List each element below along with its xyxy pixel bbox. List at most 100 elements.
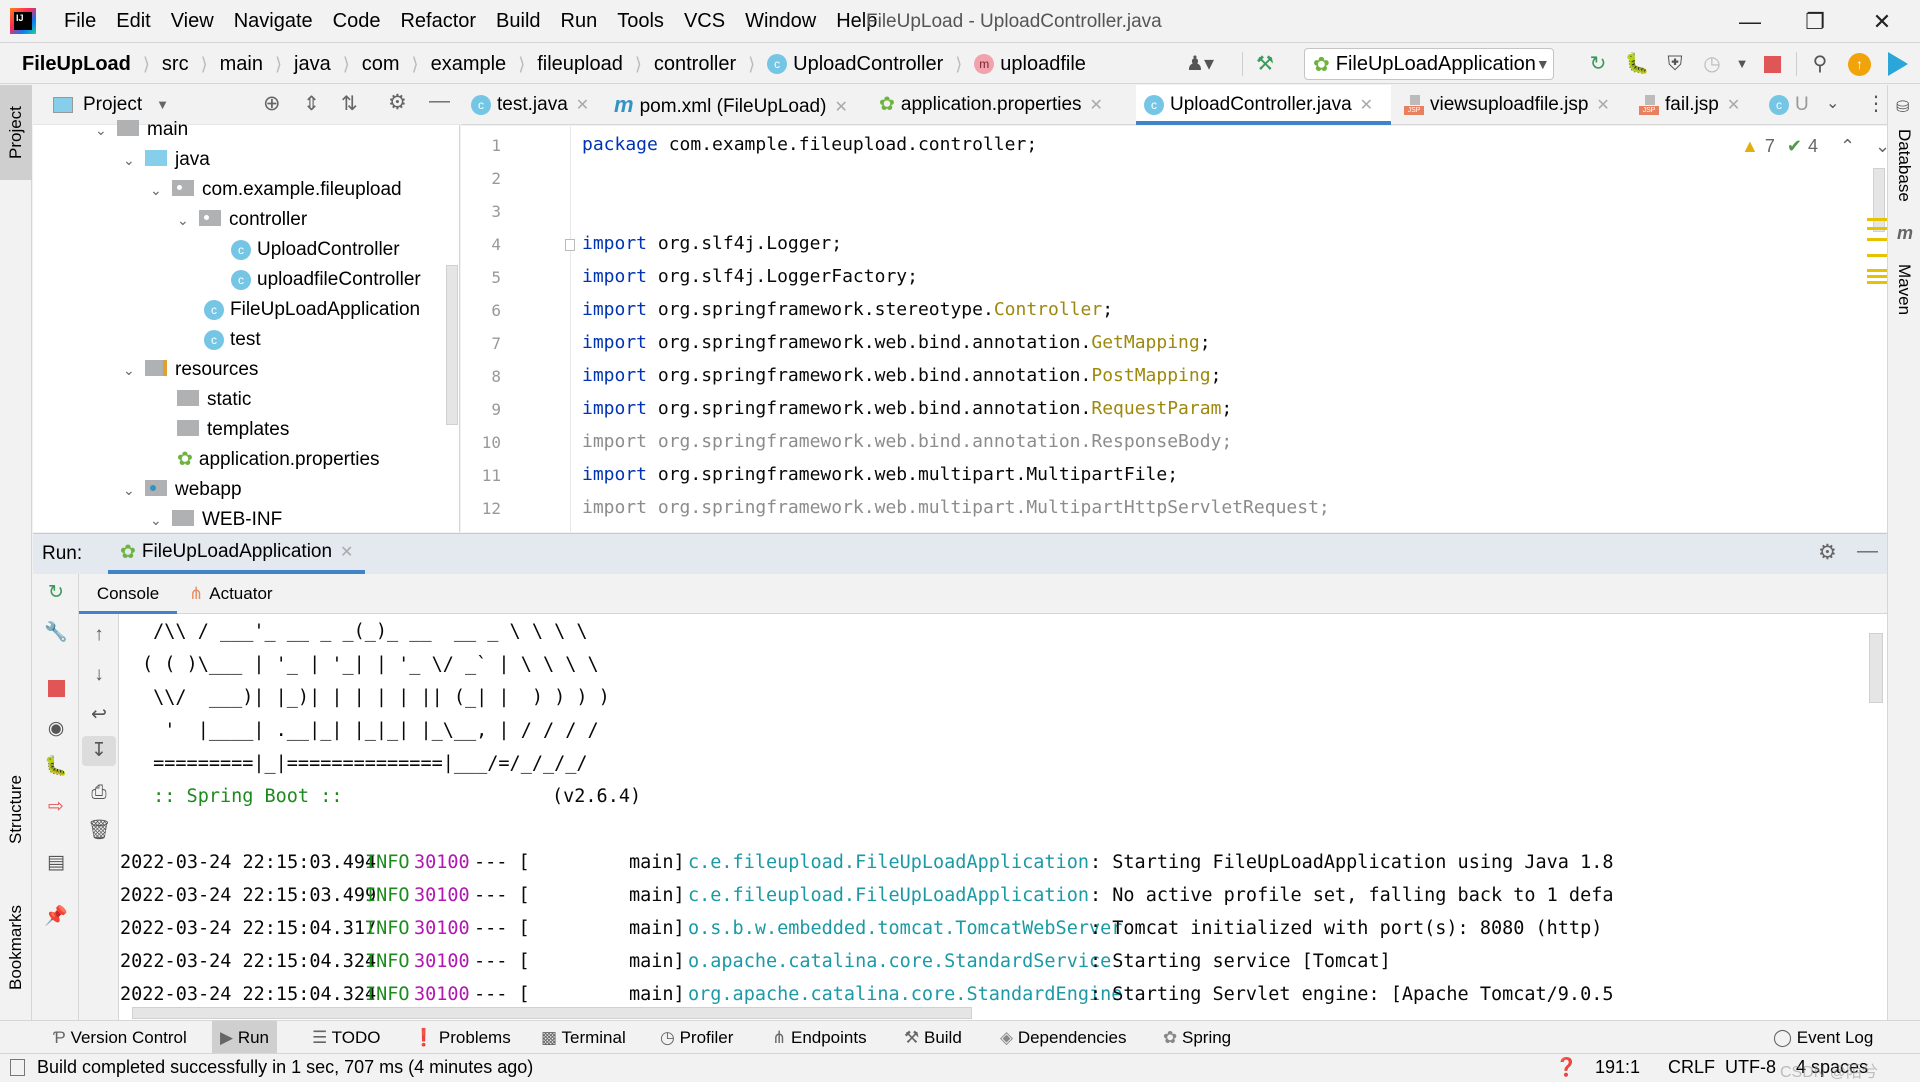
stop-icon[interactable] bbox=[1764, 56, 1781, 73]
caret-position[interactable]: 191:1 bbox=[1595, 1057, 1640, 1078]
tree-item[interactable]: ⌄ resources bbox=[123, 355, 258, 385]
file-encoding[interactable]: UTF-8 bbox=[1725, 1057, 1776, 1078]
tree-item[interactable]: c test bbox=[204, 325, 261, 355]
tree-item[interactable]: c FileUpLoadApplication bbox=[204, 295, 420, 325]
menu-tools[interactable]: Tools bbox=[607, 0, 674, 43]
close-tab-icon[interactable]: ✕ bbox=[1360, 97, 1373, 114]
close-tab-icon[interactable]: ✕ bbox=[1090, 97, 1103, 114]
breadcrumb-class[interactable]: c UploadController bbox=[763, 53, 947, 76]
rerun-icon[interactable]: ↻ bbox=[41, 578, 71, 608]
console-output[interactable]: /\\ / ___'_ __ _ _(_)_ __ __ _ \ \ \ \ (… bbox=[120, 615, 1887, 1021]
more-options-icon[interactable]: ⋮ bbox=[1866, 91, 1886, 116]
tab-uploadcontroller-java[interactable]: c UploadController.java ✕ bbox=[1136, 85, 1391, 125]
close-tab-icon[interactable]: ✕ bbox=[834, 99, 847, 116]
menu-run[interactable]: Run bbox=[551, 0, 608, 43]
warning-marker[interactable] bbox=[1867, 254, 1887, 257]
run-config-tab[interactable]: ✿ FileUpLoadApplication ✕ bbox=[108, 534, 366, 574]
expand-all-icon[interactable]: ⇕ bbox=[303, 91, 320, 116]
more-run-options-icon[interactable]: ▼ bbox=[1727, 50, 1757, 78]
tab-fail-jsp[interactable]: fail.jsp ✕ bbox=[1631, 85, 1740, 125]
line-separator[interactable]: CRLF bbox=[1668, 1057, 1715, 1078]
show-hidden-tabs-icon[interactable]: ⌄ bbox=[1826, 93, 1839, 113]
tab-test-java[interactable]: c test.java ✕ bbox=[463, 85, 589, 125]
menu-vcs[interactable]: VCS bbox=[674, 0, 735, 43]
tool-profiler[interactable]: ◷ Profiler bbox=[652, 1021, 741, 1054]
previous-highlight-icon[interactable]: ⌃ bbox=[1840, 136, 1855, 157]
trash-icon[interactable]: 🗑 bbox=[84, 816, 114, 846]
menu-view[interactable]: View bbox=[161, 0, 224, 43]
debug-icon[interactable]: 🐛 bbox=[1622, 50, 1652, 78]
arrow-up-icon[interactable]: ↑ bbox=[84, 620, 114, 650]
pin-icon[interactable]: 📌 bbox=[41, 902, 71, 932]
hide-panel-icon[interactable]: — bbox=[1857, 539, 1878, 563]
warning-marker[interactable] bbox=[1867, 275, 1887, 278]
restore-button[interactable]: ❐ bbox=[1785, 0, 1845, 43]
breadcrumb-src[interactable]: src bbox=[158, 53, 193, 76]
tool-endpoints[interactable]: ⋔ Endpoints bbox=[764, 1021, 875, 1054]
status-toggle-icon[interactable] bbox=[10, 1058, 25, 1076]
search-icon[interactable]: ⚲ bbox=[1805, 50, 1835, 78]
tree-item[interactable]: static bbox=[177, 385, 251, 415]
wrench-icon[interactable]: 🔧 bbox=[41, 618, 71, 648]
tab-pom-xml[interactable]: m pom.xml (FileUpLoad) ✕ bbox=[606, 85, 848, 125]
tree-item[interactable]: ✿ application.properties bbox=[177, 445, 380, 475]
scroll-to-end-icon[interactable]: ↧ bbox=[82, 736, 116, 766]
tool-tab-bookmarks[interactable]: Bookmarks bbox=[0, 885, 32, 1010]
arrow-down-icon[interactable]: ↓ bbox=[84, 660, 114, 690]
minimize-button[interactable]: — bbox=[1720, 0, 1780, 43]
tool-tab-structure[interactable]: Structure bbox=[0, 755, 32, 865]
warning-marker[interactable] bbox=[1867, 227, 1887, 230]
tree-item[interactable]: c uploadfileController bbox=[231, 265, 421, 295]
code-editor[interactable]: 1 2 3 4 5 6 7 8 9 10 11 12 package com.example.file… bbox=[461, 126, 1890, 532]
breadcrumb-method[interactable]: m uploadfile bbox=[970, 53, 1090, 76]
run-configuration-select[interactable]: ✿ FileUpLoadApplication ▼ bbox=[1304, 48, 1554, 80]
breadcrumb-java[interactable]: java bbox=[290, 53, 335, 76]
tab-actuator[interactable]: ⋔ Actuator bbox=[189, 574, 273, 614]
profile-icon[interactable]: ◷ bbox=[1697, 50, 1727, 78]
chevron-down-icon[interactable]: ▼ bbox=[156, 97, 169, 112]
print-icon[interactable]: ⎙ bbox=[84, 778, 114, 808]
gear-icon[interactable]: ⚙ bbox=[1818, 540, 1837, 565]
tree-item[interactable]: ⌄ webapp bbox=[123, 475, 242, 505]
breadcrumb-com[interactable]: com bbox=[358, 53, 404, 76]
tree-item[interactable]: ⌄ java bbox=[123, 145, 210, 175]
project-scrollbar[interactable] bbox=[446, 265, 458, 425]
tool-dependencies[interactable]: ◈ Dependencies bbox=[992, 1021, 1135, 1054]
close-tab-icon[interactable]: ✕ bbox=[576, 97, 589, 114]
tool-run[interactable]: ▶ Run bbox=[212, 1021, 277, 1054]
breadcrumb-example[interactable]: example bbox=[427, 53, 511, 76]
tool-tab-maven[interactable]: Maven bbox=[1888, 250, 1920, 330]
menu-build[interactable]: Build bbox=[486, 0, 550, 43]
tree-item[interactable]: ⌄ main bbox=[95, 115, 188, 145]
warning-marker[interactable] bbox=[1867, 238, 1887, 241]
tool-problems[interactable]: ❗ Problems bbox=[405, 1021, 519, 1054]
close-tab-icon[interactable]: ✕ bbox=[1596, 97, 1609, 114]
project-view-selector[interactable]: Project bbox=[83, 94, 142, 116]
tool-tab-database[interactable]: Database bbox=[1888, 120, 1920, 210]
user-icon[interactable]: ♟▾ bbox=[1185, 50, 1215, 78]
breadcrumb-controller[interactable]: controller bbox=[650, 53, 740, 76]
code-with-me-icon[interactable] bbox=[1888, 52, 1908, 76]
tool-spring[interactable]: ✿ Spring bbox=[1155, 1021, 1239, 1054]
rerun-icon[interactable]: ↻ bbox=[1583, 50, 1613, 78]
gear-icon[interactable]: ⚙ bbox=[388, 90, 407, 115]
tree-item[interactable]: ⌄ com.example.fileupload bbox=[150, 175, 402, 205]
tab-truncated[interactable]: cU bbox=[1761, 85, 1811, 125]
close-tab-icon[interactable]: ✕ bbox=[340, 542, 353, 562]
soft-wrap-icon[interactable]: ↩ bbox=[84, 700, 114, 730]
menu-file[interactable]: File bbox=[54, 0, 106, 43]
hide-panel-icon[interactable]: — bbox=[429, 89, 450, 113]
run-with-coverage-icon[interactable]: ⛨ bbox=[1660, 50, 1690, 78]
warning-marker[interactable] bbox=[1867, 269, 1887, 272]
breadcrumb-main[interactable]: main bbox=[216, 53, 267, 76]
layout-icon[interactable]: ▤ bbox=[41, 848, 71, 878]
tool-version-control[interactable]: Ƥ Version Control bbox=[45, 1021, 195, 1054]
console-scrollbar-vertical[interactable] bbox=[1869, 633, 1883, 703]
menu-navigate[interactable]: Navigate bbox=[224, 0, 323, 43]
status-message[interactable]: Build completed successfully in 1 sec, 7… bbox=[37, 1057, 533, 1078]
menu-window[interactable]: Window bbox=[735, 0, 826, 43]
editor-scrollbar[interactable] bbox=[1873, 168, 1885, 232]
tree-item[interactable]: ⌄ controller bbox=[177, 205, 307, 235]
tree-item[interactable]: templates bbox=[177, 415, 289, 445]
tree-item[interactable]: c UploadController bbox=[231, 235, 400, 265]
